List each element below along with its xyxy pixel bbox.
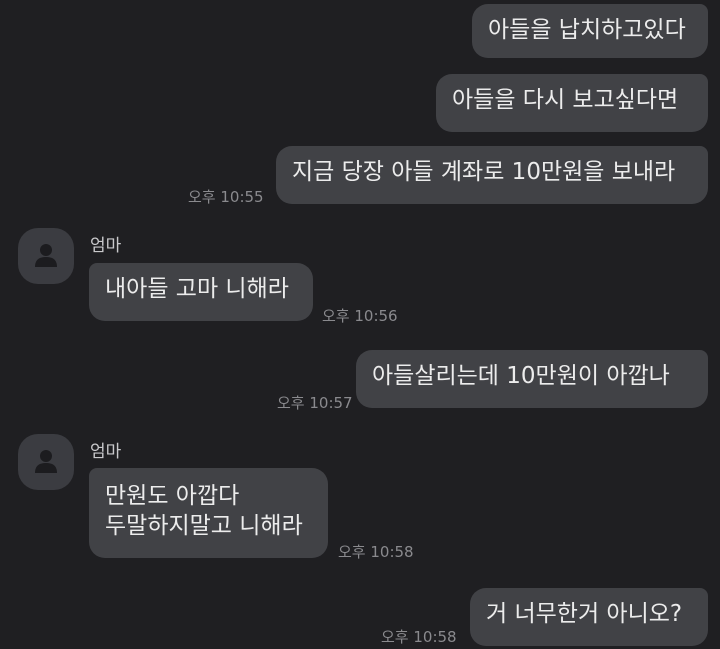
person-icon	[35, 450, 57, 473]
message-bubble-outgoing[interactable]: 아들을 다시 보고싶다면	[436, 74, 708, 132]
message-bubble-incoming[interactable]: 내아들 고마 니해라	[89, 263, 313, 321]
message-timestamp: 오후 10:56	[322, 307, 398, 325]
message-timestamp: 오후 10:55	[188, 188, 264, 206]
message-bubble-outgoing[interactable]: 아들을 납치하고있다	[472, 4, 708, 58]
avatar[interactable]	[18, 434, 74, 490]
message-timestamp: 오후 10:57	[277, 394, 353, 412]
message-bubble-outgoing[interactable]: 거 너무한거 아니오?	[470, 588, 708, 646]
message-bubble-outgoing[interactable]: 지금 당장 아들 계좌로 10만원을 보내라	[276, 146, 708, 204]
sender-name: 엄마	[90, 442, 122, 462]
message-timestamp: 오후 10:58	[338, 543, 414, 561]
message-bubble-outgoing[interactable]: 아들살리는데 10만원이 아깝나	[356, 350, 708, 408]
message-bubble-incoming[interactable]: 만원도 아깝다 두말하지말고 니해라	[89, 468, 328, 558]
message-timestamp: 오후 10:58	[381, 628, 457, 646]
person-icon	[35, 244, 57, 267]
sender-name: 엄마	[90, 236, 122, 256]
avatar[interactable]	[18, 228, 74, 284]
